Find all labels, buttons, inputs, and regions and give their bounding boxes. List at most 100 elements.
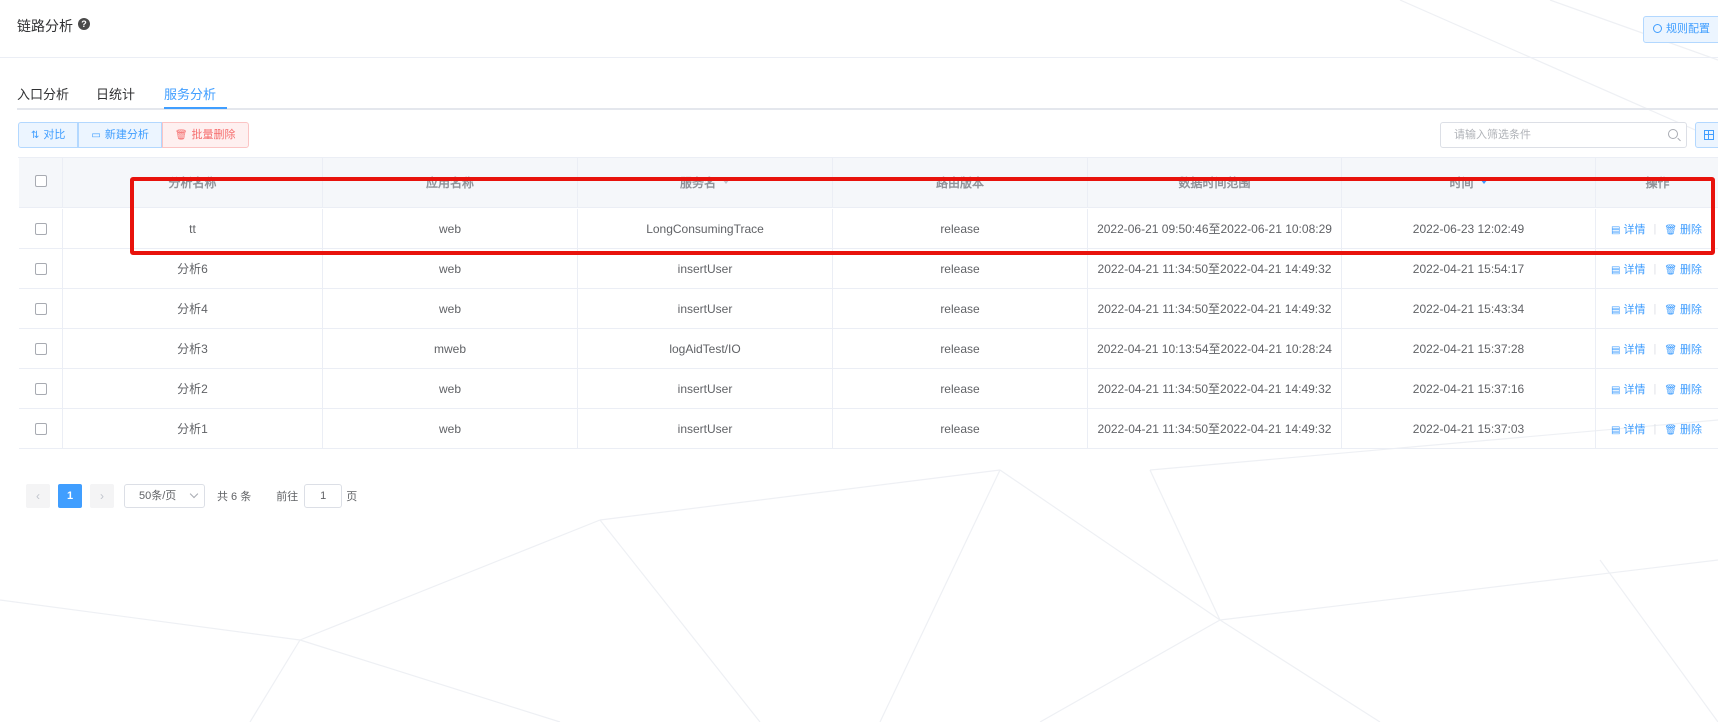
- search-icon[interactable]: [1668, 129, 1678, 139]
- page-size-value: 50条/页: [139, 490, 177, 502]
- new-analysis-button[interactable]: ▭ 新建分析: [78, 122, 162, 148]
- cell-range: 2022-04-21 11:34:50至2022-04-21 14:49:32: [1088, 289, 1342, 328]
- compare-button[interactable]: ⇅ 对比: [18, 122, 79, 148]
- next-page-button[interactable]: ›: [90, 484, 114, 508]
- detail-link[interactable]: ▤ 详情: [1611, 261, 1645, 277]
- page-size-select[interactable]: 50条/页: [124, 484, 205, 508]
- filter-search-input[interactable]: [1441, 123, 1656, 147]
- delete-link[interactable]: 🗑 删除: [1664, 341, 1702, 357]
- cell-name: 分析1: [63, 409, 323, 448]
- document-icon: ▤: [1611, 424, 1621, 436]
- delete-label: 删除: [1680, 383, 1703, 396]
- cell-app: web: [323, 409, 578, 448]
- select-all-cell: [19, 158, 63, 207]
- detail-label: 详情: [1623, 423, 1646, 436]
- detail-label: 详情: [1623, 263, 1646, 276]
- cell-app: web: [323, 289, 578, 328]
- detail-link[interactable]: ▤ 详情: [1611, 301, 1645, 317]
- trash-icon: 🗑: [174, 130, 188, 141]
- trash-icon: 🗑: [1664, 264, 1678, 276]
- delete-label: 删除: [1680, 343, 1703, 356]
- compare-icon: ⇅: [31, 130, 40, 141]
- cell-service: insertUser: [578, 409, 833, 448]
- row-checkbox[interactable]: [34, 342, 47, 355]
- document-icon: ▤: [1611, 384, 1621, 396]
- row-checkbox[interactable]: [34, 302, 47, 315]
- trash-icon: 🗑: [1664, 304, 1678, 316]
- compare-label: 对比: [43, 129, 66, 141]
- row-checkbox[interactable]: [34, 222, 47, 235]
- goto-page-input[interactable]: 1: [304, 484, 343, 508]
- rule-config-button[interactable]: 规则配置: [1643, 16, 1718, 43]
- goto-suffix: 页: [346, 491, 358, 503]
- question-circle-icon[interactable]: ?: [78, 18, 90, 30]
- tab-daily-stats[interactable]: 日统计: [96, 84, 135, 103]
- total-count: 共 6 条: [217, 491, 252, 503]
- analysis-tabs: 入口分析 日统计 服务分析: [17, 76, 1718, 110]
- document-add-icon: ▭: [91, 130, 101, 141]
- delete-link[interactable]: 🗑 删除: [1664, 381, 1702, 397]
- rule-config-label: 规则配置: [1666, 23, 1710, 35]
- cell-name: 分析4: [63, 289, 323, 328]
- table-row: 分析1 web insertUser release 2022-04-21 11:34:…: [19, 409, 1718, 449]
- row-select-cell: [19, 209, 63, 248]
- select-all-checkbox[interactable]: [34, 175, 47, 187]
- detail-label: 详情: [1623, 343, 1646, 356]
- table-row: 分析4 web insertUser release 2022-04-21 11:34:…: [19, 289, 1718, 329]
- page-header: 链路分析 ? 规则配置: [0, 0, 1718, 58]
- row-checkbox[interactable]: [34, 382, 47, 395]
- cell-app: mweb: [323, 329, 578, 368]
- trash-icon: 🗑: [1664, 344, 1678, 356]
- table-row: 分析2 web insertUser release 2022-04-21 11:34:…: [19, 369, 1718, 409]
- document-icon: ▤: [1611, 264, 1621, 276]
- document-icon: ▤: [1611, 304, 1621, 316]
- batch-delete-button[interactable]: 🗑 批量删除: [161, 122, 249, 148]
- prev-page-button[interactable]: ‹: [26, 484, 50, 508]
- row-checkbox[interactable]: [34, 262, 47, 275]
- action-divider: |: [1653, 382, 1657, 395]
- chevron-down-icon: [189, 489, 199, 499]
- detail-link[interactable]: ▤ 详情: [1611, 381, 1645, 397]
- cell-range: 2022-04-21 10:13:54至2022-04-21 10:28:24: [1088, 329, 1342, 368]
- delete-link[interactable]: 🗑 删除: [1664, 301, 1702, 317]
- trash-icon: 🗑: [1664, 384, 1678, 396]
- cell-actions: ▤ 详情 | 🗑 删除: [1596, 329, 1718, 368]
- settings-icon: [1653, 24, 1662, 33]
- cell-time: 2022-04-21 15:37:16: [1342, 369, 1596, 408]
- document-icon: ▤: [1611, 344, 1621, 356]
- cell-time: 2022-04-21 15:37:03: [1342, 409, 1596, 448]
- page-title: 链路分析: [17, 18, 73, 34]
- row-checkbox[interactable]: [34, 422, 47, 435]
- column-settings-button[interactable]: [1695, 122, 1718, 148]
- cell-range: 2022-04-21 11:34:50至2022-04-21 14:49:32: [1088, 369, 1342, 408]
- table-row: 分析6 web insertUser release 2022-04-21 11:34:…: [19, 249, 1718, 289]
- detail-link[interactable]: ▤ 详情: [1611, 341, 1645, 357]
- tab-service-analysis[interactable]: 服务分析: [164, 84, 216, 103]
- cell-time: 2022-04-21 15:43:34: [1342, 289, 1596, 328]
- goto-label: 前往: [276, 491, 299, 503]
- row-select-cell: [19, 249, 63, 288]
- delete-link[interactable]: 🗑 删除: [1664, 261, 1702, 277]
- cell-service: logAidTest/IO: [578, 329, 833, 368]
- page-number-current[interactable]: 1: [58, 484, 82, 508]
- action-divider: |: [1653, 302, 1657, 315]
- cell-service: insertUser: [578, 289, 833, 328]
- action-divider: |: [1653, 422, 1657, 435]
- trash-icon: 🗑: [1664, 424, 1678, 436]
- cell-time: 2022-04-21 15:37:28: [1342, 329, 1596, 368]
- highlight-box: [130, 177, 1715, 255]
- cell-actions: ▤ 详情 | 🗑 删除: [1596, 409, 1718, 448]
- cell-service: insertUser: [578, 369, 833, 408]
- delete-link[interactable]: 🗑 删除: [1664, 421, 1702, 437]
- row-select-cell: [19, 289, 63, 328]
- batch-delete-label: 批量删除: [191, 129, 236, 141]
- detail-label: 详情: [1623, 383, 1646, 396]
- delete-label: 删除: [1680, 263, 1703, 276]
- cell-name: 分析2: [63, 369, 323, 408]
- cell-name: 分析3: [63, 329, 323, 368]
- delete-label: 删除: [1680, 423, 1703, 436]
- delete-label: 删除: [1680, 303, 1703, 316]
- tab-entry-analysis[interactable]: 入口分析: [17, 84, 69, 103]
- row-select-cell: [19, 409, 63, 448]
- detail-link[interactable]: ▤ 详情: [1611, 421, 1645, 437]
